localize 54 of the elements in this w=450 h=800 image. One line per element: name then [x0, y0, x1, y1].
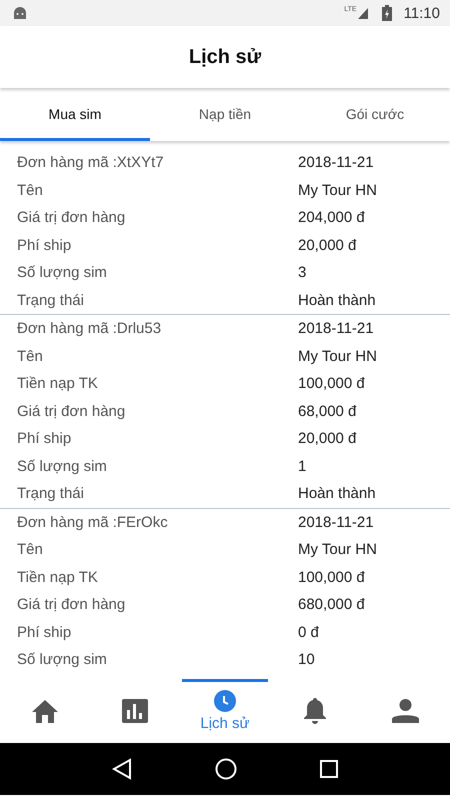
- field-label: Đơn hàng mã :XtXYt7: [17, 154, 165, 172]
- field-label: Trạng thái: [17, 485, 85, 502]
- field-label: Trạng thái: [17, 292, 85, 309]
- field-value: My Tour HN: [298, 182, 377, 199]
- field-value: 3: [298, 264, 306, 282]
- field-value: 2018-11-21: [298, 154, 374, 172]
- recents-icon[interactable]: [320, 760, 338, 778]
- field-label: Tiền nạp TK: [17, 375, 99, 392]
- field-value: My Tour HN: [298, 541, 377, 558]
- field-label: Tên: [17, 182, 44, 199]
- signal-icon: [358, 8, 368, 18]
- tab[interactable]: Nạp tiền: [150, 89, 300, 141]
- person-icon: [392, 699, 418, 723]
- field-label: Tên: [17, 541, 44, 558]
- field-value: 10: [298, 651, 315, 668]
- tab[interactable]: Mua sim: [0, 89, 150, 141]
- home-icon: [32, 699, 58, 723]
- bell-icon: [304, 698, 326, 724]
- field-value: 100,000 đ: [298, 375, 365, 392]
- field-value: Hoàn thành: [298, 292, 376, 309]
- tab[interactable]: Gói cước: [300, 89, 450, 141]
- field-value: 1: [298, 458, 306, 475]
- field-label: Đơn hàng mã :Drlu53: [17, 320, 162, 338]
- clock-time: 11:10: [404, 4, 440, 22]
- field-label: Giá trị đơn hàng: [17, 596, 126, 614]
- field-value: 2018-11-21: [298, 320, 374, 338]
- field-label: Số lượng sim: [17, 651, 108, 668]
- field-label: Tiền nạp TK: [17, 568, 99, 586]
- field-label: Phí ship: [17, 624, 72, 641]
- home-circle-icon[interactable]: [214, 758, 237, 780]
- field-value: Hoàn thành: [298, 485, 376, 502]
- page-title: Lịch sử: [188, 46, 262, 68]
- battery-icon: [382, 5, 392, 21]
- field-label: Số lượng sim: [17, 458, 108, 475]
- field-value: 2018-11-21: [298, 514, 374, 531]
- field-value: 20,000 đ: [298, 430, 356, 448]
- bar-chart-icon: [122, 699, 148, 723]
- field-label: Đơn hàng mã :FErOkc: [17, 514, 169, 531]
- field-label: Phí ship: [17, 430, 72, 448]
- field-value: 204,000 đ: [298, 209, 365, 226]
- field-value: 68,000 đ: [298, 402, 356, 420]
- field-value: My Tour HN: [298, 348, 377, 365]
- clock-icon: [214, 690, 236, 712]
- field-value: 0 đ: [298, 624, 319, 641]
- field-label: Phí ship: [17, 236, 72, 254]
- field-label: Số lượng sim: [17, 264, 108, 282]
- field-label: Giá trị đơn hàng: [17, 209, 126, 226]
- android-icon: [12, 6, 28, 20]
- field-label: Tên: [17, 348, 44, 365]
- field-value: 680,000 đ: [298, 596, 365, 614]
- field-value: 20,000 đ: [298, 236, 356, 254]
- back-icon[interactable]: [112, 758, 132, 780]
- field-value: 100,000 đ: [298, 568, 365, 586]
- field-label: Giá trị đơn hàng: [17, 402, 126, 420]
